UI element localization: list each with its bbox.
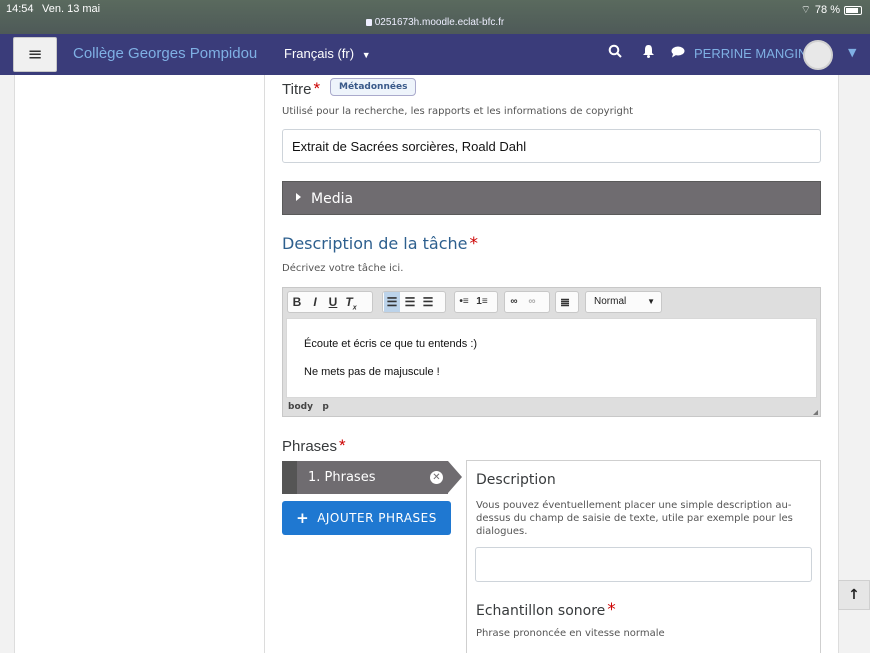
- user-name[interactable]: PERRINE MANGIN: [694, 46, 807, 61]
- clear-format-icon[interactable]: Tx: [343, 292, 359, 312]
- search-icon[interactable]: [608, 44, 622, 62]
- more-toolbar-group: ≣: [555, 291, 579, 313]
- phrases-label: Phrases *: [282, 436, 346, 456]
- add-phrases-button[interactable]: + AJOUTER PHRASES: [282, 501, 451, 535]
- align-right-icon[interactable]: ☰: [420, 292, 436, 312]
- underline-icon[interactable]: U: [325, 292, 341, 312]
- phrase-tab-label: 1. Phrases: [308, 470, 376, 485]
- hamburger-icon[interactable]: ≡: [13, 37, 57, 72]
- wifi-icon: ⌔: [800, 4, 811, 16]
- style-value: Normal: [594, 296, 627, 307]
- media-label: Media: [311, 191, 354, 207]
- audio-sample-help: Phrase prononcée en vitesse normale: [476, 628, 665, 639]
- ios-status-bar: 14:54 Ven. 13 mai 0251673h.moodle.eclat-…: [0, 0, 870, 34]
- rich-text-editor: B I U Tx ☰ ☰ ☰ •≡ 1≡ ∞ ∞ ≣ Normal ▼ Écout…: [282, 287, 821, 417]
- top-navbar: ≡ Collège Georges Pompidou Français (fr)…: [0, 34, 870, 75]
- required-icon: *: [313, 79, 321, 98]
- user-caret-down-icon[interactable]: ▼: [848, 46, 856, 59]
- title-input-value: Extrait de Sacrées sorcières, Roald Dahl: [292, 138, 527, 154]
- path-body[interactable]: body: [288, 402, 313, 412]
- bell-icon[interactable]: [642, 44, 655, 62]
- caret-down-icon: ▼: [361, 50, 371, 60]
- chat-icon[interactable]: [671, 46, 685, 62]
- editor-content-area[interactable]: Écoute et écris ce que tu entends :) Ne …: [286, 318, 817, 398]
- avatar[interactable]: [803, 40, 833, 70]
- align-left-icon[interactable]: ☰: [384, 292, 400, 312]
- required-icon: *: [607, 600, 616, 620]
- url-text: 0251673h.moodle.eclat-bfc.fr: [374, 17, 505, 28]
- caret-right-icon: [296, 193, 301, 201]
- arrow-up-icon[interactable]: ↑: [838, 580, 870, 610]
- battery-icon: [844, 5, 862, 15]
- plus-icon: +: [296, 509, 310, 527]
- link-toolbar-group: ∞ ∞: [504, 291, 550, 313]
- bullet-list-icon[interactable]: •≡: [456, 292, 472, 312]
- show-more-icon[interactable]: ≣: [557, 292, 573, 312]
- tab-drag-strip[interactable]: [282, 461, 297, 494]
- status-date: Ven. 13 mai: [42, 3, 101, 15]
- audio-title-text: Echantillon sonore: [476, 603, 606, 619]
- link-icon[interactable]: ∞: [506, 292, 522, 312]
- required-icon: *: [469, 234, 479, 254]
- phrase-edit-panel: Description Vous pouvez éventuellement p…: [466, 460, 821, 653]
- status-time: 14:54: [6, 3, 34, 15]
- add-phrases-label: AJOUTER PHRASES: [317, 511, 437, 525]
- align-toolbar-group: ☰ ☰ ☰: [382, 291, 446, 313]
- list-toolbar-group: •≡ 1≡: [454, 291, 498, 313]
- language-label: Français (fr): [284, 46, 355, 61]
- phrase-tab-1[interactable]: 1. Phrases ✕: [282, 461, 462, 494]
- paragraph-style-select[interactable]: Normal ▼: [585, 291, 662, 313]
- title-help: Utilisé pour la recherche, les rapports …: [282, 106, 634, 117]
- title-label: Titre *: [282, 79, 320, 99]
- site-brand[interactable]: Collège Georges Pompidou: [73, 45, 257, 62]
- format-toolbar-group: B I U Tx: [287, 291, 373, 313]
- phrases-label-text: Phrases: [282, 438, 338, 455]
- battery-percent: 78 %: [814, 4, 840, 16]
- task-heading-text: Description de la tâche: [282, 234, 468, 253]
- editor-path-bar: body p: [288, 402, 329, 412]
- audio-sample-title: Echantillon sonore *: [476, 600, 616, 620]
- caret-down-icon: ▼: [647, 297, 655, 306]
- required-icon: *: [339, 436, 346, 455]
- tab-arrow: [448, 461, 462, 493]
- path-p[interactable]: p: [322, 402, 328, 412]
- align-center-icon[interactable]: ☰: [402, 292, 418, 312]
- task-description-heading: Description de la tâche *: [282, 234, 478, 254]
- editor-line-1: Écoute et écris ce que tu entends :): [304, 338, 478, 350]
- media-section-header[interactable]: Media: [282, 181, 821, 215]
- column-divider: [264, 75, 265, 653]
- description-input[interactable]: [475, 547, 812, 582]
- lock-icon: [365, 19, 372, 26]
- editor-line-2: Ne mets pas de majuscule !: [304, 366, 440, 378]
- title-label-text: Titre: [282, 81, 312, 98]
- remove-circle-icon[interactable]: ✕: [430, 471, 443, 484]
- bold-icon[interactable]: B: [289, 292, 305, 312]
- language-menu[interactable]: Français (fr) ▼: [284, 46, 371, 61]
- metadata-badge[interactable]: Métadonnées: [330, 78, 417, 96]
- italic-icon[interactable]: I: [307, 292, 323, 312]
- title-input[interactable]: Extrait de Sacrées sorcières, Roald Dahl: [282, 129, 821, 163]
- resize-handle-icon[interactable]: [813, 410, 818, 415]
- address-bar[interactable]: 0251673h.moodle.eclat-bfc.fr: [0, 17, 870, 28]
- task-help: Décrivez votre tâche ici.: [282, 263, 404, 274]
- status-right: ⌔ 78 %: [801, 3, 862, 17]
- numbered-list-icon[interactable]: 1≡: [474, 292, 490, 312]
- description-help: Vous pouvez éventuellement placer une si…: [476, 500, 793, 537]
- unlink-icon[interactable]: ∞: [524, 292, 540, 312]
- description-title: Description: [476, 472, 556, 488]
